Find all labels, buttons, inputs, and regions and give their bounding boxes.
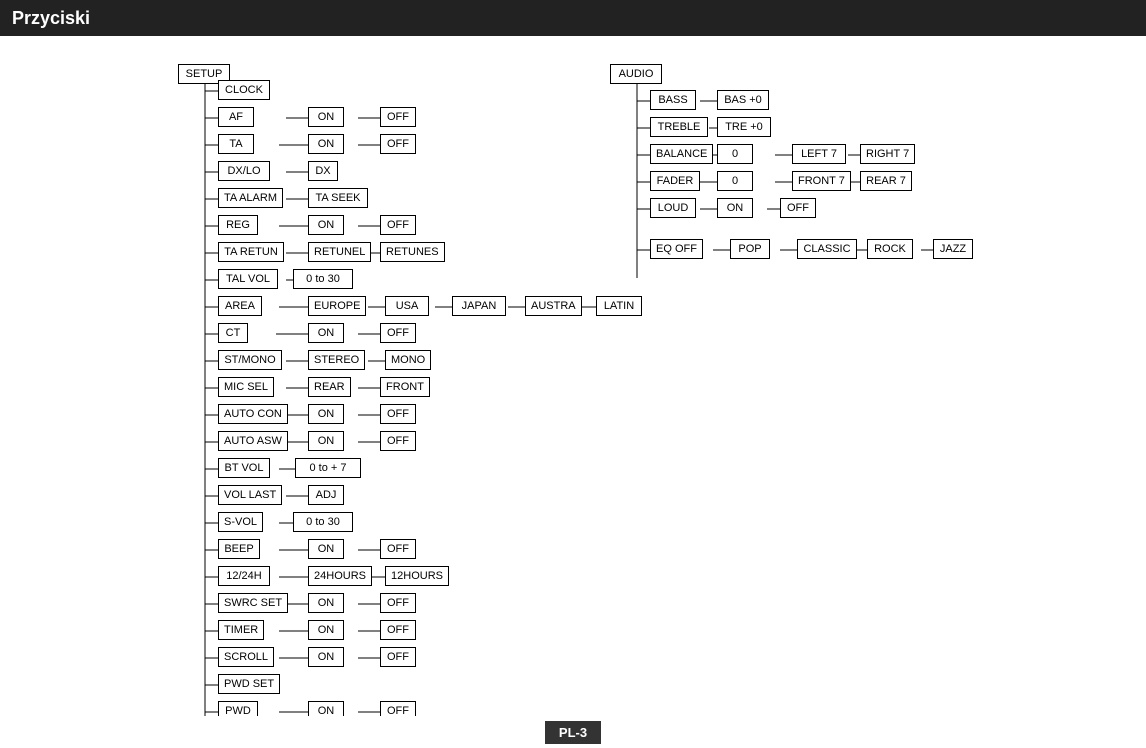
ct-box: CT [218, 323, 248, 343]
ta-retun-box: TA RETUN [218, 242, 284, 262]
auto-asw-on-box: ON [308, 431, 344, 451]
rear7-box: REAR 7 [860, 171, 912, 191]
page-footer: PL-3 [0, 716, 1146, 748]
latin-box: LATIN [596, 296, 642, 316]
beep-on-box: ON [308, 539, 344, 559]
ta-on-box: ON [308, 134, 344, 154]
japan-box: JAPAN [452, 296, 506, 316]
beep-off-box: OFF [380, 539, 416, 559]
ta-off-box: OFF [380, 134, 416, 154]
front7-box: FRONT 7 [792, 171, 851, 191]
scroll-on-box: ON [308, 647, 344, 667]
12-24h-box: 12/24H [218, 566, 270, 586]
scroll-box: SCROLL [218, 647, 274, 667]
usa-box: USA [385, 296, 429, 316]
mic-sel-box: MIC SEL [218, 377, 274, 397]
reg-on-box: ON [308, 215, 344, 235]
timer-on-box: ON [308, 620, 344, 640]
austra-box: AUSTRA [525, 296, 582, 316]
swrc-set-box: SWRC SET [218, 593, 288, 613]
s-vol-range-box: 0 to 30 [293, 512, 353, 532]
af-off-box: OFF [380, 107, 416, 127]
ta-seek-box: TA SEEK [308, 188, 368, 208]
front-box: FRONT [380, 377, 430, 397]
st-mono-box: ST/MONO [218, 350, 282, 370]
page-header: Przyciski [0, 0, 1146, 36]
dxlo-box: DX/LO [218, 161, 270, 181]
bass-box: BASS [650, 90, 696, 110]
page-title: Przyciski [12, 8, 90, 29]
retunes-box: RETUNES [380, 242, 445, 262]
fader-box: FADER [650, 171, 700, 191]
swrc-set-off-box: OFF [380, 593, 416, 613]
auto-con-off-box: OFF [380, 404, 416, 424]
audio-box: AUDIO [610, 64, 662, 84]
stereo-box: STEREO [308, 350, 365, 370]
auto-con-box: AUTO CON [218, 404, 288, 424]
bass-val-box: BAS +0 [717, 90, 769, 110]
loud-off-box: OFF [780, 198, 816, 218]
page-number-badge: PL-3 [545, 721, 601, 744]
beep-box: BEEP [218, 539, 260, 559]
bt-vol-range-box: 0 to + 7 [295, 458, 361, 478]
ct-off-box: OFF [380, 323, 416, 343]
mono-box: MONO [385, 350, 431, 370]
ta-alarm-box: TA ALARM [218, 188, 283, 208]
eq-off-box: EQ OFF [650, 239, 703, 259]
loud-on-box: ON [717, 198, 753, 218]
retunel-box: RETUNEL [308, 242, 371, 262]
bt-vol-box: BT VOL [218, 458, 270, 478]
treble-box: TREBLE [650, 117, 708, 137]
pwd-set-box: PWD SET [218, 674, 280, 694]
vol-last-box: VOL LAST [218, 485, 282, 505]
jazz-box: JAZZ [933, 239, 973, 259]
12hours-box: 12HOURS [385, 566, 449, 586]
auto-asw-off-box: OFF [380, 431, 416, 451]
swrc-set-on-box: ON [308, 593, 344, 613]
reg-box: REG [218, 215, 258, 235]
diagram-svg [0, 36, 1146, 716]
balance-box: BALANCE [650, 144, 713, 164]
timer-box: TIMER [218, 620, 264, 640]
ta-box: TA [218, 134, 254, 154]
left7-box: LEFT 7 [792, 144, 846, 164]
tal-vol-box: TAL VOL [218, 269, 278, 289]
s-vol-box: S-VOL [218, 512, 263, 532]
balance-val-box: 0 [717, 144, 753, 164]
auto-con-on-box: ON [308, 404, 344, 424]
clock-box: CLOCK [218, 80, 270, 100]
europe-box: EUROPE [308, 296, 366, 316]
main-content: SETUP CLOCK AF ON OFF TA ON OFF DX/LO DX… [0, 36, 1146, 716]
pop-box: POP [730, 239, 770, 259]
area-box: AREA [218, 296, 262, 316]
classic-box: CLASSIC [797, 239, 857, 259]
24hours-box: 24HOURS [308, 566, 372, 586]
rear-box: REAR [308, 377, 351, 397]
rock-box: ROCK [867, 239, 913, 259]
adj-box: ADJ [308, 485, 344, 505]
tal-vol-range-box: 0 to 30 [293, 269, 353, 289]
timer-off-box: OFF [380, 620, 416, 640]
loud-box: LOUD [650, 198, 696, 218]
reg-off-box: OFF [380, 215, 416, 235]
right7-box: RIGHT 7 [860, 144, 915, 164]
scroll-off-box: OFF [380, 647, 416, 667]
fader-val-box: 0 [717, 171, 753, 191]
af-box: AF [218, 107, 254, 127]
dxlo-dx-box: DX [308, 161, 338, 181]
af-on-box: ON [308, 107, 344, 127]
auto-asw-box: AUTO ASW [218, 431, 288, 451]
treble-val-box: TRE +0 [717, 117, 771, 137]
ct-on-box: ON [308, 323, 344, 343]
